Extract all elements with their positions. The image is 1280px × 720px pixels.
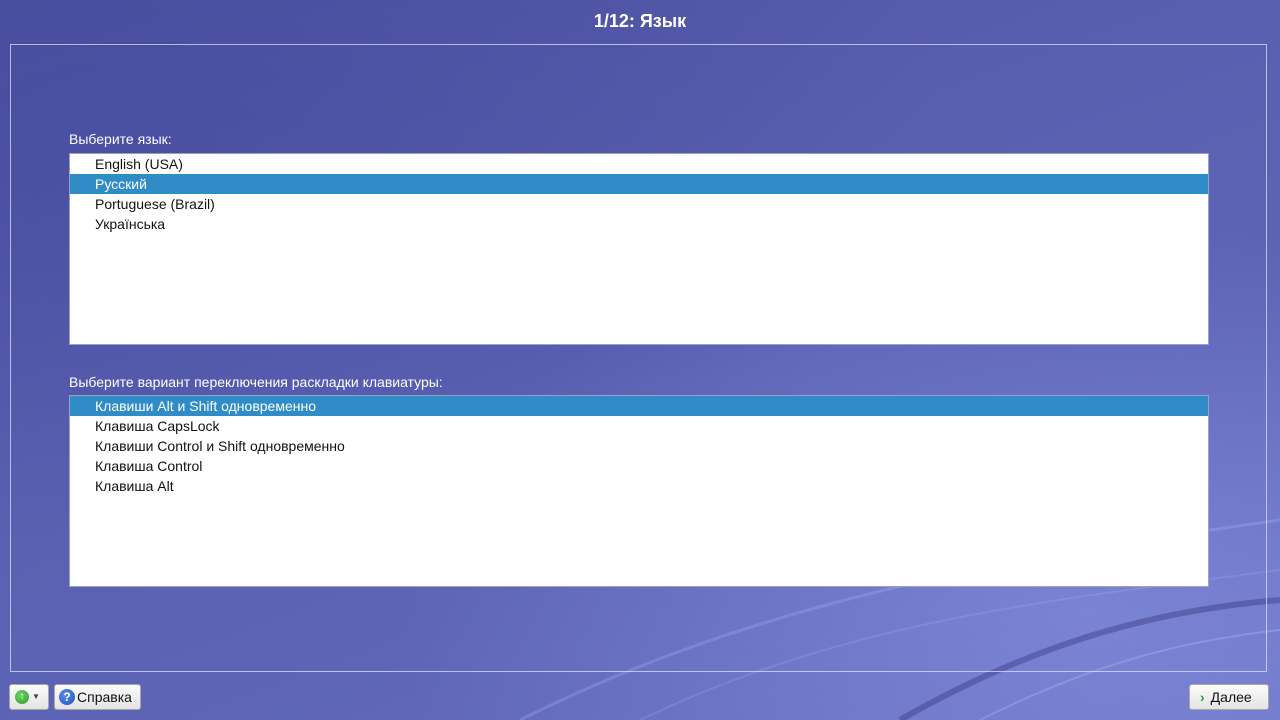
- up-arrow-icon: ↑: [15, 690, 29, 704]
- next-button[interactable]: › Далее: [1189, 684, 1269, 710]
- keyboard-switch-option[interactable]: Клавиша Alt: [70, 476, 1208, 496]
- language-label: Выберите язык:: [69, 131, 172, 147]
- keyboard-switch-option[interactable]: Клавиши Alt и Shift одновременно: [70, 396, 1208, 416]
- keyboard-switch-label: Выберите вариант переключения раскладки …: [69, 374, 443, 390]
- help-icon: ?: [59, 689, 75, 705]
- keyboard-switch-list[interactable]: Клавиши Alt и Shift одновременно Клавиша …: [69, 395, 1209, 587]
- menu-button[interactable]: ↑ ▼: [9, 684, 49, 710]
- chevron-right-icon: ›: [1200, 689, 1205, 705]
- language-option[interactable]: English (USA): [70, 154, 1208, 174]
- keyboard-switch-option[interactable]: Клавиша CapsLock: [70, 416, 1208, 436]
- keyboard-switch-option[interactable]: Клавиша Control: [70, 456, 1208, 476]
- keyboard-switch-option[interactable]: Клавиши Control и Shift одновременно: [70, 436, 1208, 456]
- help-button-label: Справка: [77, 689, 132, 705]
- language-option[interactable]: Українська: [70, 214, 1208, 234]
- language-option[interactable]: Русский: [70, 174, 1208, 194]
- language-option[interactable]: Portuguese (Brazil): [70, 194, 1208, 214]
- help-button[interactable]: ? Справка: [54, 684, 141, 710]
- language-list[interactable]: English (USA) Русский Portuguese (Brazil) У…: [69, 153, 1209, 345]
- page-title: 1/12: Язык: [593, 11, 687, 31]
- next-button-label: Далее: [1210, 689, 1252, 705]
- caret-down-icon: ▼: [32, 692, 40, 701]
